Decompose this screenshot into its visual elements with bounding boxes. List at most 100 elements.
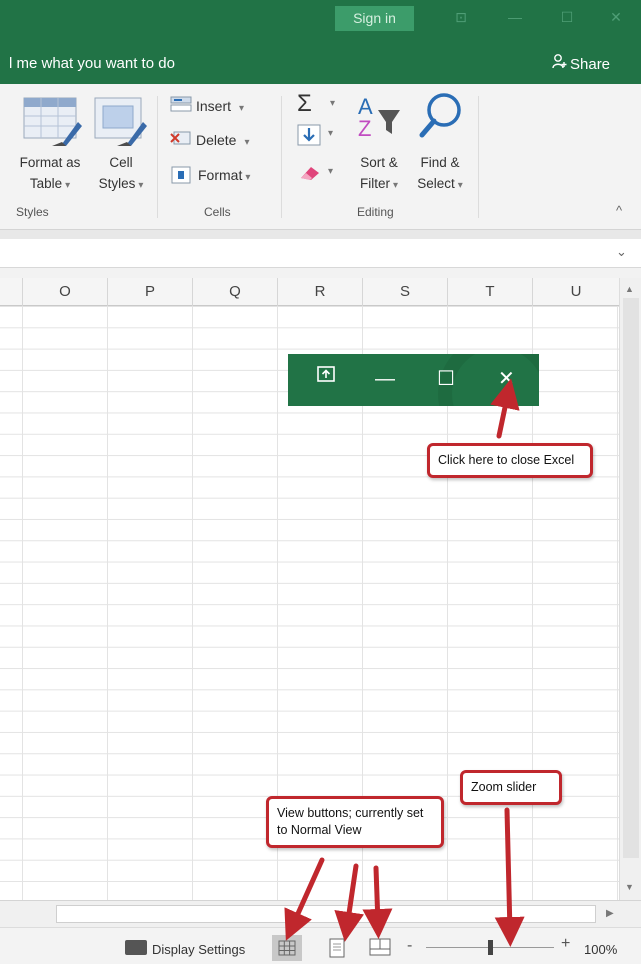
close-excel-icon[interactable]: ✕ [498,366,515,392]
dropdown-arrow-icon: ▾ [330,98,336,109]
window-controls-zoomed: — ☐ ✕ [288,354,539,406]
dropdown-arrow-icon: ▾ [328,166,334,177]
tell-me-search-input[interactable]: l me what you want to do [9,55,175,72]
format-as-table-button[interactable]: Format as Table ▾ [10,90,90,200]
dropdown-arrow-icon: ▾ [65,180,71,191]
cell-styles-button[interactable]: Cell Styles ▾ [90,90,152,200]
insert-label: Insert [196,98,232,114]
sheet-gap [0,268,641,278]
dropdown-arrow-icon: ▾ [138,180,144,191]
title-bar: Sign in ⊡ — ☐ ✕ [0,0,641,42]
cell-styles-label: Cell [109,155,133,170]
dropdown-arrow-icon: ▾ [392,180,399,191]
column-header[interactable]: R [277,278,362,306]
autosum-icon: Σ [297,90,312,117]
fill-button[interactable]: ▾ [295,124,339,148]
format-cells-icon [171,166,191,184]
zoom-slider-thumb[interactable] [487,940,493,955]
sort-filter-label-2: Filter ▾ [350,173,408,196]
styles-group-label: Styles [16,205,49,219]
group-divider [157,96,158,218]
page-layout-view-button[interactable] [322,935,352,961]
column-header[interactable]: Q [192,278,277,306]
delete-label-wrap: Delete ▾ [196,131,250,152]
page-layout-icon [329,938,345,958]
ribbon-display-options-icon[interactable]: ⊡ [451,8,471,26]
format-label-wrap: Format ▾ [198,166,250,187]
fill-down-icon [297,124,321,146]
cell-styles-icon [94,97,147,146]
maximize-icon[interactable]: ☐ [437,366,455,392]
find-select-label-2: Select ▾ [410,173,470,196]
insert-label-wrap: Insert ▾ [196,97,244,118]
vertical-scrollbar[interactable]: ▲ ▼ [619,278,641,900]
find-select-label: Find & [420,155,460,170]
zoom-slider-callout: Zoom slider [460,770,562,805]
sign-in-button[interactable]: Sign in [335,6,414,31]
vertical-scroll-thumb[interactable] [623,298,639,858]
display-settings-button[interactable]: Display Settings [152,942,245,957]
dropdown-arrow-icon: ▾ [239,103,245,114]
minimize-icon[interactable]: — [375,366,395,392]
column-header[interactable]: S [362,278,447,306]
dropdown-arrow-icon: ▾ [457,180,463,191]
display-settings-icon [125,940,147,955]
format-as-table-label-2: Table ▾ [10,173,90,196]
status-bar: Display Settings - + 100% [0,927,641,964]
format-as-table-label-2-text: Table [29,176,63,191]
delete-cells-icon [170,131,191,145]
format-label: Format [198,167,243,183]
zoom-out-button[interactable]: - [407,937,412,955]
scroll-up-icon[interactable]: ▲ [625,284,634,294]
column-headers: O P Q R S T U [0,278,641,306]
formula-bar-strip [0,230,641,239]
scroll-down-icon[interactable]: ▼ [625,882,634,892]
column-header[interactable]: O [22,278,107,306]
minimize-icon[interactable]: — [505,8,525,26]
collapse-ribbon-icon[interactable]: ^ [616,203,622,218]
insert-button[interactable]: Insert ▾ [168,96,268,118]
page-break-preview-button[interactable] [365,935,395,961]
sort-filter-label-2-text: Filter [359,176,390,191]
ribbon-display-options-icon[interactable] [316,364,336,391]
cell-styles-label-2: Styles ▾ [90,173,152,196]
sort-filter-label: Sort & [360,155,398,170]
format-button[interactable]: Format ▾ [168,165,268,187]
search-icon [419,93,461,138]
format-as-table-icon [23,97,82,146]
dropdown-arrow-icon: ▾ [244,137,250,148]
sort-filter-icon: A Z [358,94,400,141]
horizontal-scrollbar[interactable]: ▶ [0,900,641,927]
page-break-preview-icon [369,938,391,956]
zoom-level[interactable]: 100% [584,942,617,957]
find-select-button[interactable]: Find & Select ▾ [410,90,470,200]
insert-cells-icon [170,96,192,112]
maximize-icon[interactable]: ☐ [557,8,577,26]
scroll-right-icon[interactable]: ▶ [606,908,614,919]
autosum-button[interactable]: Σ ▾ [295,90,339,117]
group-divider [478,96,479,218]
dropdown-arrow-icon: ▾ [245,172,251,183]
share-button[interactable]: Share [552,53,610,73]
horizontal-scroll-thumb[interactable] [56,905,596,923]
column-header[interactable]: P [107,278,192,306]
column-header[interactable]: U [532,278,619,306]
group-divider [281,96,282,218]
zoom-in-button[interactable]: + [561,935,570,953]
svg-text:Z: Z [358,116,371,141]
dropdown-arrow-icon: ▾ [328,128,334,139]
sort-filter-button[interactable]: A Z Sort & Filter ▾ [350,90,408,200]
delete-button[interactable]: Delete ▾ [168,130,268,152]
column-header[interactable]: T [447,278,532,306]
cell-styles-label-2-text: Styles [98,176,136,191]
cells-group-label: Cells [204,205,231,219]
formula-bar[interactable]: ⌄ [0,239,641,268]
normal-view-icon [278,940,296,956]
home-ribbon: Format as Table ▾ Cell Styles ▾ Styles Ins… [0,84,641,230]
clear-button[interactable]: ▾ [295,162,339,186]
normal-view-button[interactable] [272,935,302,961]
close-icon[interactable]: ✕ [606,8,626,26]
expand-formula-bar-icon[interactable]: ⌄ [616,244,627,260]
find-select-label-2-text: Select [417,176,455,191]
tell-me-bar: l me what you want to do Share [0,42,641,84]
